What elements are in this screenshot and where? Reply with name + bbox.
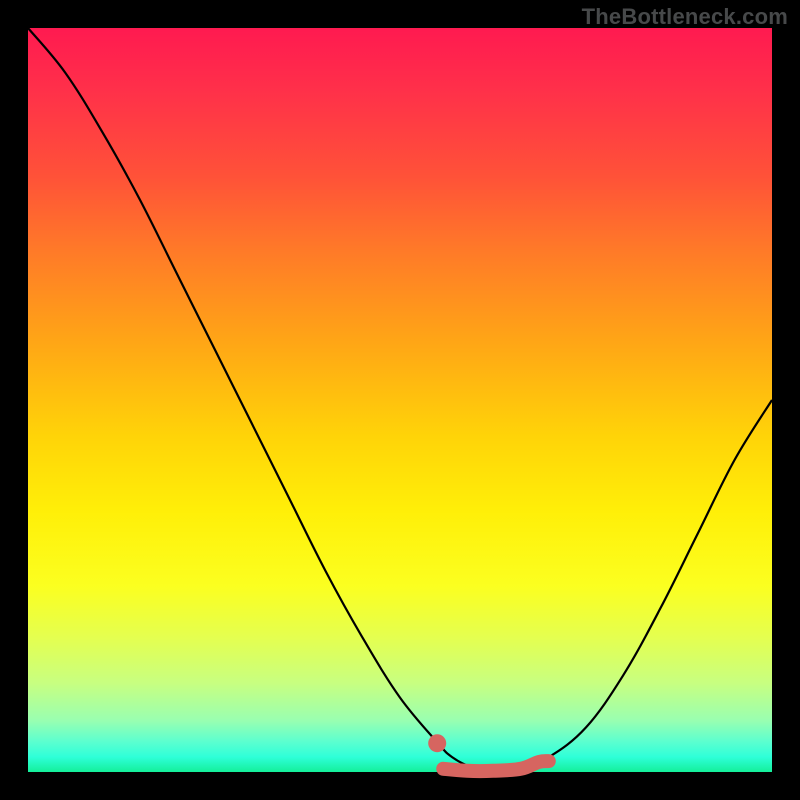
bottleneck-curve xyxy=(28,28,772,771)
watermark-text: TheBottleneck.com xyxy=(582,4,788,30)
chart-svg xyxy=(28,28,772,772)
optimal-marker-dot xyxy=(428,734,446,752)
chart-frame: TheBottleneck.com xyxy=(0,0,800,800)
chart-plot-area xyxy=(28,28,772,772)
